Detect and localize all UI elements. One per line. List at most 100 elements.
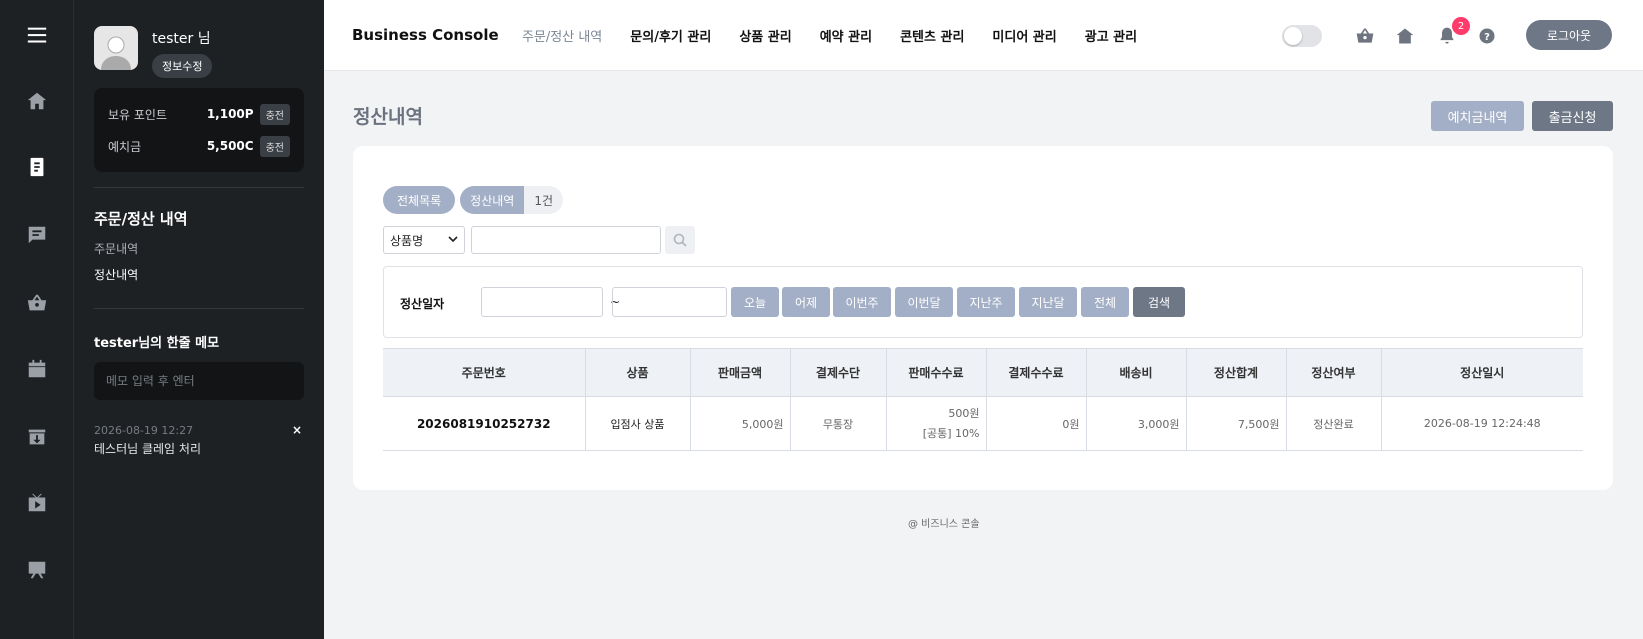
- sales-fee-rate: [공통] 10%: [922, 426, 980, 440]
- nav-contents[interactable]: 콘텐츠 관리: [900, 26, 964, 45]
- deposit-row: 예치금 5,500C 충전: [108, 130, 290, 162]
- search-type-select[interactable]: 상품명: [383, 226, 465, 254]
- page-title: 정산내역: [353, 106, 423, 128]
- submenu-title: 주문/정산 내역: [94, 210, 188, 228]
- settlement-status: 정산완료: [1286, 396, 1382, 451]
- sales-fee-amount: 500원: [948, 406, 980, 420]
- chat-icon[interactable]: [22, 220, 52, 250]
- download-box-icon[interactable]: [22, 422, 52, 452]
- home-icon[interactable]: [1393, 24, 1417, 48]
- points-value: 1,100P: [206, 107, 254, 121]
- basket-icon[interactable]: [22, 288, 52, 318]
- icon-rail: [0, 0, 74, 639]
- sidebar-panel: tester 님 정보수정 보유 포인트 1,100P 충전 예치금 5,500…: [74, 0, 324, 639]
- column-header: 결제수수료: [986, 348, 1087, 397]
- sales-fee: 500원 [공통] 10%: [886, 396, 987, 451]
- result-count: 1건: [524, 186, 564, 214]
- home-icon[interactable]: [22, 86, 52, 116]
- board-icon[interactable]: [22, 555, 52, 585]
- nav-orders[interactable]: 주문/정산 내역: [522, 26, 602, 45]
- submenu-item-settlements[interactable]: 정산내역: [94, 266, 138, 283]
- top-header: Business Console 주문/정산 내역 문의/후기 관리 상품 관리…: [324, 0, 1643, 71]
- column-header: 결제수단: [790, 348, 887, 397]
- column-header: 판매수수료: [886, 348, 987, 397]
- points-box: 보유 포인트 1,100P 충전 예치금 5,500C 충전: [94, 88, 304, 172]
- search-input[interactable]: [471, 226, 661, 254]
- filter-last-month-button[interactable]: 지난달: [1019, 287, 1077, 317]
- tab-all-list[interactable]: 전체목록: [383, 186, 456, 214]
- settled-at: 2026-08-19 12:24:48: [1381, 396, 1583, 451]
- product-name: 입점사 상품: [585, 396, 691, 451]
- content-card: 전체목록 정산내역 1건 상품명 정산일자 ~ 오늘 어제 이번주 이번달 지난…: [353, 146, 1613, 490]
- column-header: 정산합계: [1186, 348, 1287, 397]
- shipping-fee: 3,000원: [1086, 396, 1187, 451]
- basket-icon[interactable]: [1353, 24, 1377, 48]
- settlement-table: 주문번호 상품 판매금액 결제수단 판매수수료 결제수수료 배송비 정산합계 정…: [383, 348, 1583, 451]
- payment-method: 무통장: [790, 396, 887, 451]
- calendar-icon[interactable]: [22, 354, 52, 384]
- charge-deposit-button[interactable]: 충전: [259, 135, 290, 157]
- settlement-total: 7,500원: [1186, 396, 1287, 451]
- end-date-input[interactable]: [612, 287, 727, 317]
- avatar: [94, 26, 138, 70]
- receipt-icon[interactable]: [22, 152, 52, 182]
- nav-ads[interactable]: 광고 관리: [1085, 26, 1137, 45]
- memo-text: 테스터님 클레임 처리: [94, 442, 201, 456]
- nav-inquiries[interactable]: 문의/후기 관리: [630, 26, 711, 45]
- memo-title: tester님의 한줄 메모: [94, 336, 220, 351]
- search-row: 상품명: [383, 226, 695, 254]
- points-row: 보유 포인트 1,100P 충전: [108, 98, 290, 130]
- order-number[interactable]: 2026081910252732: [383, 396, 586, 451]
- nav-media[interactable]: 미디어 관리: [992, 26, 1056, 45]
- filter-all-button[interactable]: 전체: [1081, 287, 1129, 317]
- deposit-history-button[interactable]: 예치금내역: [1431, 101, 1524, 131]
- filter-search-button[interactable]: 검색: [1133, 287, 1185, 317]
- menu-icon[interactable]: [22, 20, 52, 50]
- memo-delete-icon[interactable]: ×: [292, 423, 302, 437]
- table-row[interactable]: 2026081910252732 입점사 상품 5,000원 무통장 500원 …: [383, 396, 1583, 451]
- toggle-knob: [1284, 27, 1302, 45]
- deposit-value: 5,500C: [206, 139, 254, 153]
- column-header: 상품: [585, 348, 691, 397]
- logout-button[interactable]: 로그아웃: [1526, 20, 1612, 50]
- nav-products[interactable]: 상품 관리: [739, 26, 791, 45]
- withdraw-request-button[interactable]: 출금신청: [1532, 101, 1613, 131]
- table-header-row: 주문번호 상품 판매금액 결제수단 판매수수료 결제수수료 배송비 정산합계 정…: [383, 348, 1583, 397]
- start-date-input[interactable]: [481, 287, 603, 317]
- memo-date: 2026-08-19 12:27: [94, 424, 194, 437]
- column-header: 정산여부: [1286, 348, 1382, 397]
- list-tabs: 전체목록 정산내역 1건: [383, 186, 564, 214]
- filter-this-week-button[interactable]: 이번주: [833, 287, 891, 317]
- charge-points-button[interactable]: 충전: [259, 103, 290, 125]
- payment-fee: 0원: [986, 396, 1087, 451]
- profile-name: tester 님: [152, 31, 211, 47]
- column-header: 배송비: [1086, 348, 1187, 397]
- filter-today-button[interactable]: 오늘: [731, 287, 779, 317]
- divider: [94, 187, 304, 188]
- memo-input[interactable]: [94, 362, 304, 400]
- tab-settlements-label: 정산내역: [460, 186, 525, 214]
- sale-amount: 5,000원: [690, 396, 791, 451]
- tab-settlements[interactable]: 정산내역 1건: [460, 186, 564, 214]
- notification-badge: 2: [1452, 17, 1470, 35]
- chevron-down-icon: [448, 233, 458, 247]
- tv-icon[interactable]: [22, 488, 52, 518]
- points-label: 보유 포인트: [108, 107, 168, 122]
- filter-this-month-button[interactable]: 이번달: [895, 287, 953, 317]
- svg-text:?: ?: [1484, 32, 1490, 43]
- theme-toggle[interactable]: [1282, 25, 1322, 47]
- search-icon[interactable]: [665, 226, 695, 254]
- submenu-item-orders[interactable]: 주문내역: [94, 240, 138, 257]
- date-filter: 정산일자 ~ 오늘 어제 이번주 이번달 지난주 지난달 전체 검색: [383, 266, 1583, 338]
- nav-reservations[interactable]: 예약 관리: [820, 26, 872, 45]
- column-header: 판매금액: [690, 348, 791, 397]
- footer: @ 비즈니스 콘솔: [908, 519, 980, 530]
- help-icon[interactable]: ?: [1475, 24, 1499, 48]
- edit-profile-button[interactable]: 정보수정: [152, 54, 213, 78]
- filter-last-week-button[interactable]: 지난주: [957, 287, 1015, 317]
- divider: [94, 308, 304, 309]
- filter-yesterday-button[interactable]: 어제: [782, 287, 830, 317]
- select-value: 상품명: [390, 233, 424, 248]
- date-filter-label: 정산일자: [400, 297, 445, 311]
- profile: tester 님 정보수정: [94, 26, 213, 78]
